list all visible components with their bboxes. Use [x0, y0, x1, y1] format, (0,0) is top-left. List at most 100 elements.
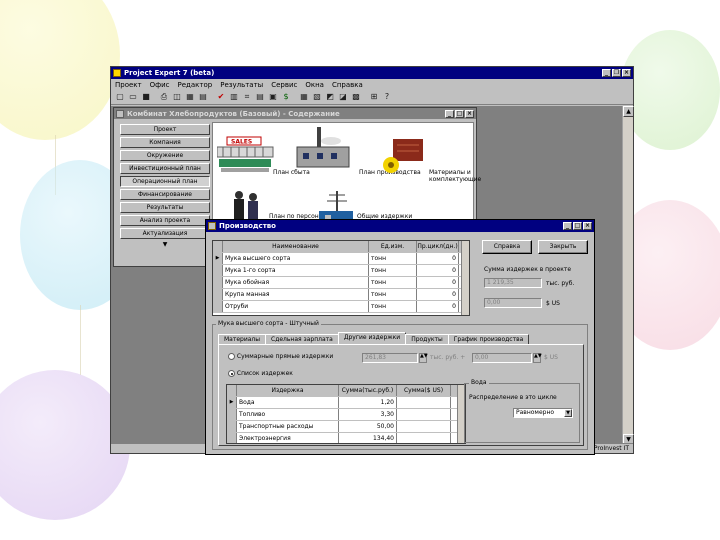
- product-unit[interactable]: тонн: [369, 289, 417, 300]
- cost-rub[interactable]: 134,40: [339, 433, 397, 443]
- materials-label[interactable]: Материалы и комплектующие: [429, 169, 481, 183]
- table-row[interactable]: ▶ Мука высшего сорта тонн 0: [213, 253, 469, 265]
- nav-scroll-down-icon[interactable]: ▼: [120, 241, 210, 248]
- cost-name[interactable]: Транспортные расходы: [237, 421, 339, 432]
- chart-icon[interactable]: ▥: [228, 91, 240, 103]
- analysis-icon[interactable]: ◩: [324, 91, 336, 103]
- nav-company[interactable]: Компания: [120, 137, 210, 148]
- table-row[interactable]: Топливо 3,30: [227, 409, 465, 421]
- restore-button[interactable]: ❐: [612, 69, 621, 77]
- summary-costs-field[interactable]: 261,83: [362, 353, 418, 363]
- column-header-usd[interactable]: Сумма($ US): [397, 385, 451, 396]
- export-icon[interactable]: ◪: [337, 91, 349, 103]
- summary-costs-spin-icon[interactable]: ▲▼: [419, 353, 428, 363]
- production-plan-picture[interactable]: [293, 127, 353, 175]
- product-cycle[interactable]: 0: [417, 277, 459, 288]
- preview-icon[interactable]: ◫: [171, 91, 183, 103]
- menu-results[interactable]: Результаты: [220, 81, 263, 89]
- nav-project-analysis[interactable]: Анализ проекта: [120, 215, 210, 226]
- table-row[interactable]: Транспортные расходы 50,00: [227, 421, 465, 433]
- summary-usd-spin-icon[interactable]: ▲▼: [533, 353, 542, 363]
- product-cycle[interactable]: 0: [417, 265, 459, 276]
- nav-environment[interactable]: Окружение: [120, 150, 210, 161]
- product-cycle[interactable]: 0: [417, 301, 459, 312]
- column-header-unit[interactable]: Ед.изм.: [369, 241, 417, 252]
- product-unit[interactable]: тонн: [369, 253, 417, 264]
- dialog-close-button[interactable]: ×: [583, 222, 592, 230]
- radio-summary-icon[interactable]: [228, 353, 235, 360]
- nav-investment-plan[interactable]: Инвестиционный план: [120, 163, 210, 174]
- cost-rub[interactable]: 3,30: [339, 409, 397, 420]
- product-name[interactable]: Мука 1-го сорта: [223, 265, 369, 276]
- nav-actualization[interactable]: Актуализация: [120, 228, 210, 239]
- menu-service[interactable]: Сервис: [271, 81, 297, 89]
- cost-name[interactable]: Топливо: [237, 409, 339, 420]
- product-unit[interactable]: тонн: [369, 301, 417, 312]
- calc-icon[interactable]: ▤: [197, 91, 209, 103]
- cost-usd[interactable]: [397, 421, 451, 432]
- table-row[interactable]: Крупа манная тонн 0: [213, 289, 469, 301]
- radio-costs-list[interactable]: Список издержек: [228, 370, 293, 377]
- table-row[interactable]: Электроэнергия 134,40: [227, 433, 465, 443]
- cost-usd[interactable]: [397, 397, 451, 408]
- table-row[interactable]: Мука 1-го сорта тонн 0: [213, 265, 469, 277]
- print-icon[interactable]: ⎙: [158, 91, 170, 103]
- image-icon[interactable]: ▩: [350, 91, 362, 103]
- product-unit[interactable]: тонн: [369, 265, 417, 276]
- allocation-select[interactable]: Равномерно ▼: [513, 408, 573, 418]
- table-row[interactable]: ▶ Вода 1,20: [227, 397, 465, 409]
- help-icon[interactable]: ?: [381, 91, 393, 103]
- product-name[interactable]: Мука высшего сорта: [223, 253, 369, 264]
- money-icon[interactable]: $: [280, 91, 292, 103]
- cost-name[interactable]: Электроэнергия: [237, 433, 339, 443]
- column-header-cycle[interactable]: Пр.цикл(дн.): [417, 241, 459, 252]
- cost-usd[interactable]: [397, 433, 451, 443]
- dialog-maximize-button[interactable]: □: [573, 222, 582, 230]
- table-icon[interactable]: ▤: [254, 91, 266, 103]
- cost-usd[interactable]: [397, 409, 451, 420]
- table-row[interactable]: Отруби тонн 0: [213, 301, 469, 313]
- minimize-button[interactable]: _: [602, 69, 611, 77]
- column-header-rub[interactable]: Сумма(тыс.руб.): [339, 385, 397, 396]
- scroll-up-icon[interactable]: ▲: [623, 106, 634, 117]
- menu-office[interactable]: Офис: [150, 81, 170, 89]
- nav-financing[interactable]: Финансирование: [120, 189, 210, 200]
- product-cycle[interactable]: 0: [417, 253, 459, 264]
- close-button[interactable]: ×: [622, 69, 631, 77]
- check-icon[interactable]: ✔: [215, 91, 227, 103]
- settings-icon[interactable]: ▦: [298, 91, 310, 103]
- document-icon[interactable]: ▧: [311, 91, 323, 103]
- open-icon[interactable]: ▭: [127, 91, 139, 103]
- nav-operational-plan[interactable]: Операционный план: [120, 176, 210, 187]
- chevron-down-icon[interactable]: ▼: [564, 409, 572, 417]
- radio-list-icon[interactable]: [228, 370, 235, 377]
- window-icon[interactable]: ⊞: [368, 91, 380, 103]
- summary-usd-field[interactable]: 0,00: [472, 353, 532, 363]
- products-grid-scrollbar[interactable]: [461, 241, 469, 315]
- nav-project[interactable]: Проект: [120, 124, 210, 135]
- product-name[interactable]: Мука обойная: [223, 277, 369, 288]
- help-button[interactable]: Справка: [482, 240, 532, 254]
- menu-windows[interactable]: Окна: [305, 81, 324, 89]
- menu-editor[interactable]: Редактор: [178, 81, 213, 89]
- menu-project[interactable]: Проект: [115, 81, 142, 89]
- cost-rub[interactable]: 1,20: [339, 397, 397, 408]
- column-header-name[interactable]: Наименование: [223, 241, 369, 252]
- cost-name[interactable]: Вода: [237, 397, 339, 408]
- menu-help[interactable]: Справка: [332, 81, 363, 89]
- app-vertical-scrollbar[interactable]: ▲ ▼: [622, 106, 634, 445]
- sales-plan-picture[interactable]: SALES: [217, 135, 275, 175]
- product-cycle[interactable]: 0: [417, 289, 459, 300]
- company-maximize-button[interactable]: □: [455, 109, 464, 118]
- report-icon[interactable]: ▣: [267, 91, 279, 103]
- nav-results[interactable]: Результаты: [120, 202, 210, 213]
- table-row[interactable]: Мука обойная тонн 0: [213, 277, 469, 289]
- dialog-minimize-button[interactable]: _: [563, 222, 572, 230]
- cost-rub[interactable]: 50,00: [339, 421, 397, 432]
- new-icon[interactable]: ▢: [114, 91, 126, 103]
- company-minimize-button[interactable]: _: [445, 109, 454, 118]
- product-name[interactable]: Крупа манная: [223, 289, 369, 300]
- column-header-cost[interactable]: Издержка: [237, 385, 339, 396]
- company-close-button[interactable]: ×: [465, 109, 474, 118]
- graph-icon[interactable]: ⌗: [241, 91, 253, 103]
